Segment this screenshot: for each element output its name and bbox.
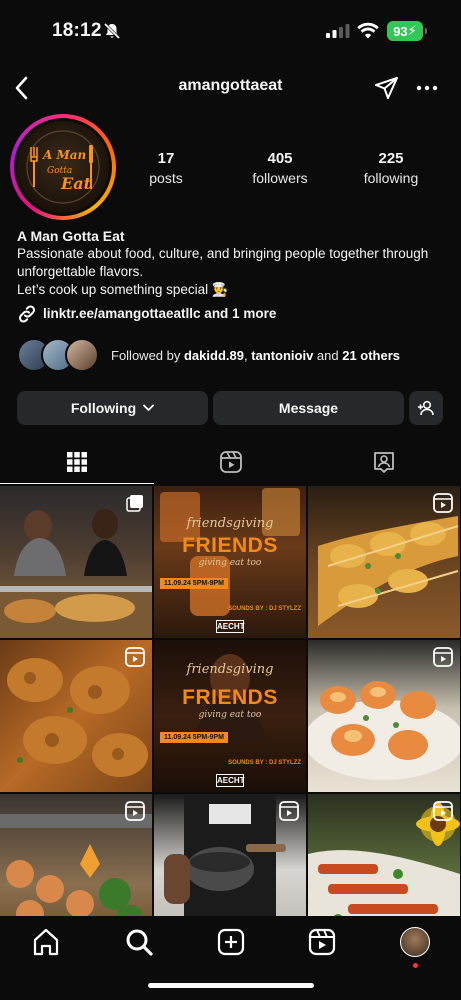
battery-indicator: 93 ⚡ [387, 21, 427, 41]
profile-header: amangottaeat [0, 70, 461, 104]
reels-icon [220, 451, 242, 473]
flyer-subtitle: giving eat too [198, 710, 262, 720]
stat-posts[interactable]: 17 posts [133, 150, 199, 186]
stat-following[interactable]: 225 following [350, 150, 432, 186]
flyer-script-title: friendsgiving [186, 516, 274, 531]
followed-by-others: 21 others [342, 347, 401, 363]
logo-text-eat: Eat [60, 174, 92, 193]
post-thumbnail[interactable] [308, 794, 460, 916]
post-thumbnail[interactable] [308, 640, 460, 792]
flyer-date: 11.09.24 5PM-9PM [160, 578, 228, 589]
bio-name: A Man Gotta Eat [17, 228, 125, 244]
more-options-icon[interactable] [416, 80, 438, 96]
logo-text-a: A Man [42, 148, 86, 162]
followed-by-text: Followed by dakidd.89, tantonioiv and 21… [111, 348, 400, 363]
following-button[interactable]: Following [17, 391, 208, 425]
followers-label: followers [252, 170, 308, 186]
wifi-icon [357, 22, 379, 39]
posts-label: posts [149, 170, 183, 186]
flyer-sounds: SOUNDS BY : DJ STYLZZ [228, 606, 301, 612]
brand-logo: A Man Gotta Eat [17, 121, 109, 213]
reel-icon [433, 801, 453, 821]
link-icon [18, 305, 36, 323]
following-button-label: Following [70, 400, 137, 416]
post-thumbnail[interactable] [0, 794, 152, 916]
posts-grid: friendsgiving FRIENDS giving eat too 11.… [0, 486, 461, 916]
reel-icon [125, 801, 145, 821]
message-button-label: Message [278, 400, 339, 416]
flyer-script-title: friendsgiving [186, 662, 274, 677]
flyer-big-title: FRIENDS [182, 534, 278, 557]
followed-by-prefix: Followed by [111, 347, 184, 363]
post-thumbnail[interactable] [154, 794, 306, 916]
message-button[interactable]: Message [213, 391, 404, 425]
tab-reels[interactable] [154, 440, 308, 484]
followed-by-and: and [313, 347, 343, 363]
followers-count: 405 [267, 150, 293, 167]
bio-link[interactable]: linktr.ee/amangottaeatllc and 1 more [17, 305, 447, 323]
reel-icon [433, 493, 453, 513]
followed-by-row[interactable]: Followed by dakidd.89, tantonioiv and 21… [17, 337, 447, 373]
profile-tabs [0, 440, 461, 484]
home-icon[interactable] [31, 927, 61, 957]
profile-avatar[interactable]: A Man Gotta Eat [10, 114, 116, 220]
bio-line-3: Let’s cook up something special 👨‍🍳 [17, 282, 229, 297]
bio-line-1: Passionate about food, culture, and brin… [17, 246, 429, 261]
tagged-icon [374, 452, 394, 473]
posts-count: 17 [157, 150, 175, 167]
profile-actions: Following Message [17, 391, 443, 425]
tab-tagged[interactable] [307, 440, 461, 484]
status-time: 18:12 [52, 20, 102, 41]
tab-posts-grid[interactable] [0, 440, 154, 484]
flyer-sounds: SOUNDS BY : DJ STYLZZ [228, 760, 301, 766]
logo-artwork: A Man Gotta Eat [26, 130, 100, 204]
profile-nav-avatar[interactable] [400, 927, 430, 957]
following-label: following [363, 170, 419, 186]
reel-icon [433, 647, 453, 667]
add-user-icon [418, 400, 434, 416]
bio-link-text: linktr.ee/amangottaeatllc and 1 more [43, 306, 277, 321]
search-icon[interactable] [124, 927, 154, 957]
stat-followers[interactable]: 405 followers [235, 150, 325, 186]
post-thumbnail[interactable]: friendsgiving FRIENDS giving eat too 11.… [154, 486, 306, 638]
flyer-logo: AECHT [216, 774, 245, 787]
following-count: 225 [378, 150, 404, 167]
reel-icon [125, 647, 145, 667]
carousel-icon [126, 495, 143, 512]
send-message-icon[interactable] [374, 75, 400, 101]
home-indicator[interactable] [148, 983, 314, 988]
post-thumbnail[interactable] [0, 486, 152, 638]
notification-dot [413, 963, 418, 968]
reels-nav-icon[interactable] [307, 927, 337, 957]
flyer-big-title: FRIENDS [182, 686, 278, 709]
suggested-users-button[interactable] [409, 391, 443, 425]
grid-icon [67, 451, 87, 472]
flyer-date: 11.09.24 5PM-9PM [160, 732, 228, 743]
cellular-signal-icon [326, 24, 350, 38]
battery-level: 93 [393, 23, 408, 39]
reel-icon [279, 801, 299, 821]
flyer-logo: AECHT [216, 620, 245, 633]
create-post-icon[interactable] [216, 927, 246, 957]
status-bar: 18:12 93 ⚡ [0, 0, 461, 60]
flyer-subtitle: giving eat too [198, 558, 262, 568]
followed-by-user2: tantonioiv [251, 347, 314, 363]
bio-line-2: unforgettable flavors. [17, 264, 144, 279]
follower-avatar [65, 338, 99, 372]
followed-by-user1: dakidd.89 [183, 347, 244, 363]
post-thumbnail[interactable] [308, 486, 460, 638]
bell-off-icon [103, 22, 121, 40]
post-thumbnail[interactable] [0, 640, 152, 792]
profile-bio: A Man Gotta Eat Passionate about food, c… [17, 227, 447, 323]
chevron-down-icon [143, 404, 155, 412]
post-thumbnail[interactable]: friendsgiving FRIENDS giving eat too 11.… [154, 640, 306, 792]
